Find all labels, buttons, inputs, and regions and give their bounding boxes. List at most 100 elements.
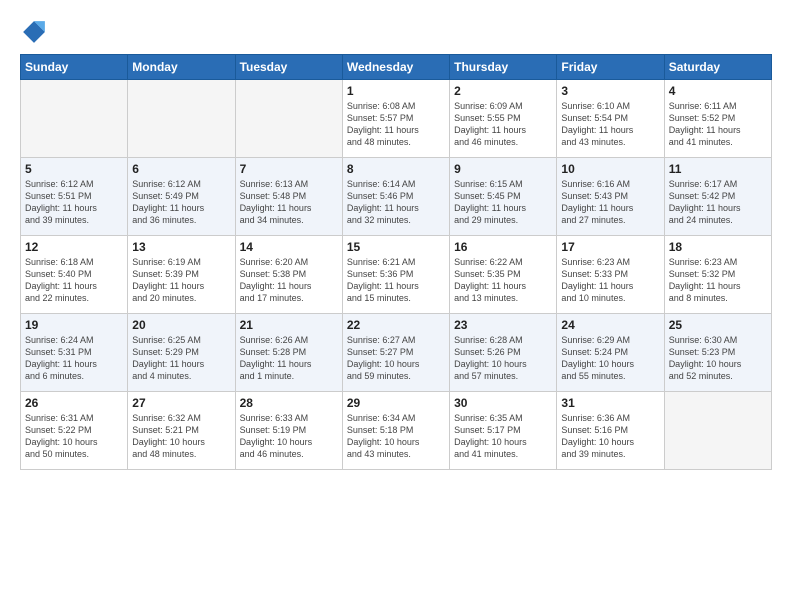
day-number: 3 <box>561 84 659 98</box>
weekday-header-row: SundayMondayTuesdayWednesdayThursdayFrid… <box>21 55 772 80</box>
calendar-cell: 30Sunrise: 6:35 AM Sunset: 5:17 PM Dayli… <box>450 392 557 470</box>
calendar-cell: 20Sunrise: 6:25 AM Sunset: 5:29 PM Dayli… <box>128 314 235 392</box>
calendar-cell: 14 Sunrise: 6:20 AM Sunset: 5:38 PM Dayli… <box>235 236 342 314</box>
day-number: 19 <box>25 318 123 332</box>
day-info: Sunrise: 6:25 AM Sunset: 5:29 PM Dayligh… <box>132 334 230 383</box>
calendar-cell: 23 Sunrise: 6:28 AM Sunset: 5:26 PM Dayli… <box>450 314 557 392</box>
day-info: Sunrise: 6:23 AM Sunset: 5:33 PM Dayligh… <box>561 256 659 305</box>
calendar-cell: 19 Sunrise: 6:24 AM Sunset: 5:31 PM Dayli… <box>21 314 128 392</box>
calendar-cell: 17Sunrise: 6:23 AM Sunset: 5:33 PM Dayli… <box>557 236 664 314</box>
calendar-cell: 3 Sunrise: 6:10 AM Sunset: 5:54 PM Daylig… <box>557 80 664 158</box>
calendar-cell: 10 Sunrise: 6:16 AM Sunset: 5:43 PM Dayli… <box>557 158 664 236</box>
calendar-table: SundayMondayTuesdayWednesdayThursdayFrid… <box>20 54 772 470</box>
calendar-cell: 25Sunrise: 6:30 AM Sunset: 5:23 PM Dayli… <box>664 314 771 392</box>
day-number: 6 <box>132 162 230 176</box>
logo <box>20 18 52 46</box>
day-info: Sunrise: 6:33 AM Sunset: 5:19 PM Dayligh… <box>240 412 338 461</box>
day-number: 2 <box>454 84 552 98</box>
calendar-week-row: 12 Sunrise: 6:18 AM Sunset: 5:40 PM Dayli… <box>21 236 772 314</box>
calendar-cell: 12 Sunrise: 6:18 AM Sunset: 5:40 PM Dayli… <box>21 236 128 314</box>
day-info: Sunrise: 6:18 AM Sunset: 5:40 PM Dayligh… <box>25 256 123 305</box>
day-number: 14 <box>240 240 338 254</box>
weekday-header-thursday: Thursday <box>450 55 557 80</box>
day-info: Sunrise: 6:20 AM Sunset: 5:38 PM Dayligh… <box>240 256 338 305</box>
weekday-header-friday: Friday <box>557 55 664 80</box>
day-number: 28 <box>240 396 338 410</box>
day-number: 1 <box>347 84 445 98</box>
day-info: Sunrise: 6:34 AM Sunset: 5:18 PM Dayligh… <box>347 412 445 461</box>
day-number: 23 <box>454 318 552 332</box>
weekday-header-monday: Monday <box>128 55 235 80</box>
day-info: Sunrise: 6:14 AM Sunset: 5:46 PM Dayligh… <box>347 178 445 227</box>
calendar-cell: 27Sunrise: 6:32 AM Sunset: 5:21 PM Dayli… <box>128 392 235 470</box>
calendar-cell: 18 Sunrise: 6:23 AM Sunset: 5:32 PM Dayli… <box>664 236 771 314</box>
calendar-cell: 29 Sunrise: 6:34 AM Sunset: 5:18 PM Dayli… <box>342 392 449 470</box>
weekday-header-wednesday: Wednesday <box>342 55 449 80</box>
calendar-cell: 24 Sunrise: 6:29 AM Sunset: 5:24 PM Dayli… <box>557 314 664 392</box>
day-number: 8 <box>347 162 445 176</box>
day-info: Sunrise: 6:36 AM Sunset: 5:16 PM Dayligh… <box>561 412 659 461</box>
logo-icon <box>20 18 48 46</box>
day-number: 30 <box>454 396 552 410</box>
header <box>20 18 772 46</box>
day-number: 18 <box>669 240 767 254</box>
day-info: Sunrise: 6:10 AM Sunset: 5:54 PM Dayligh… <box>561 100 659 149</box>
calendar-cell <box>235 80 342 158</box>
day-info: Sunrise: 6:08 AM Sunset: 5:57 PM Dayligh… <box>347 100 445 149</box>
day-number: 27 <box>132 396 230 410</box>
day-number: 22 <box>347 318 445 332</box>
calendar-cell <box>664 392 771 470</box>
calendar-cell: 21Sunrise: 6:26 AM Sunset: 5:28 PM Dayli… <box>235 314 342 392</box>
day-number: 10 <box>561 162 659 176</box>
weekday-header-sunday: Sunday <box>21 55 128 80</box>
day-info: Sunrise: 6:21 AM Sunset: 5:36 PM Dayligh… <box>347 256 445 305</box>
day-info: Sunrise: 6:12 AM Sunset: 5:51 PM Dayligh… <box>25 178 123 227</box>
day-info: Sunrise: 6:15 AM Sunset: 5:45 PM Dayligh… <box>454 178 552 227</box>
day-number: 26 <box>25 396 123 410</box>
calendar-cell: 13Sunrise: 6:19 AM Sunset: 5:39 PM Dayli… <box>128 236 235 314</box>
calendar-cell: 8 Sunrise: 6:14 AM Sunset: 5:46 PM Daylig… <box>342 158 449 236</box>
calendar-week-row: 5 Sunrise: 6:12 AM Sunset: 5:51 PM Daylig… <box>21 158 772 236</box>
weekday-header-tuesday: Tuesday <box>235 55 342 80</box>
day-info: Sunrise: 6:31 AM Sunset: 5:22 PM Dayligh… <box>25 412 123 461</box>
day-info: Sunrise: 6:29 AM Sunset: 5:24 PM Dayligh… <box>561 334 659 383</box>
day-info: Sunrise: 6:22 AM Sunset: 5:35 PM Dayligh… <box>454 256 552 305</box>
day-number: 25 <box>669 318 767 332</box>
calendar-cell: 22 Sunrise: 6:27 AM Sunset: 5:27 PM Dayli… <box>342 314 449 392</box>
day-info: Sunrise: 6:24 AM Sunset: 5:31 PM Dayligh… <box>25 334 123 383</box>
day-info: Sunrise: 6:27 AM Sunset: 5:27 PM Dayligh… <box>347 334 445 383</box>
day-info: Sunrise: 6:12 AM Sunset: 5:49 PM Dayligh… <box>132 178 230 227</box>
day-info: Sunrise: 6:13 AM Sunset: 5:48 PM Dayligh… <box>240 178 338 227</box>
day-number: 29 <box>347 396 445 410</box>
day-number: 11 <box>669 162 767 176</box>
day-info: Sunrise: 6:17 AM Sunset: 5:42 PM Dayligh… <box>669 178 767 227</box>
day-number: 13 <box>132 240 230 254</box>
day-number: 16 <box>454 240 552 254</box>
calendar-week-row: 19 Sunrise: 6:24 AM Sunset: 5:31 PM Dayli… <box>21 314 772 392</box>
calendar-cell: 1 Sunrise: 6:08 AM Sunset: 5:57 PM Daylig… <box>342 80 449 158</box>
day-number: 24 <box>561 318 659 332</box>
calendar-cell: 6 Sunrise: 6:12 AM Sunset: 5:49 PM Daylig… <box>128 158 235 236</box>
day-info: Sunrise: 6:16 AM Sunset: 5:43 PM Dayligh… <box>561 178 659 227</box>
day-info: Sunrise: 6:23 AM Sunset: 5:32 PM Dayligh… <box>669 256 767 305</box>
day-number: 12 <box>25 240 123 254</box>
day-number: 5 <box>25 162 123 176</box>
day-info: Sunrise: 6:09 AM Sunset: 5:55 PM Dayligh… <box>454 100 552 149</box>
calendar-cell <box>128 80 235 158</box>
day-number: 15 <box>347 240 445 254</box>
calendar-cell: 4 Sunrise: 6:11 AM Sunset: 5:52 PM Daylig… <box>664 80 771 158</box>
calendar-cell: 15 Sunrise: 6:21 AM Sunset: 5:36 PM Dayli… <box>342 236 449 314</box>
day-number: 9 <box>454 162 552 176</box>
calendar-cell: 11 Sunrise: 6:17 AM Sunset: 5:42 PM Dayli… <box>664 158 771 236</box>
calendar-cell <box>21 80 128 158</box>
calendar-cell: 9 Sunrise: 6:15 AM Sunset: 5:45 PM Daylig… <box>450 158 557 236</box>
weekday-header-saturday: Saturday <box>664 55 771 80</box>
day-number: 7 <box>240 162 338 176</box>
calendar-cell: 5 Sunrise: 6:12 AM Sunset: 5:51 PM Daylig… <box>21 158 128 236</box>
day-number: 4 <box>669 84 767 98</box>
calendar-week-row: 26 Sunrise: 6:31 AM Sunset: 5:22 PM Dayli… <box>21 392 772 470</box>
day-info: Sunrise: 6:28 AM Sunset: 5:26 PM Dayligh… <box>454 334 552 383</box>
day-info: Sunrise: 6:11 AM Sunset: 5:52 PM Dayligh… <box>669 100 767 149</box>
calendar-cell: 28 Sunrise: 6:33 AM Sunset: 5:19 PM Dayli… <box>235 392 342 470</box>
calendar-cell: 26 Sunrise: 6:31 AM Sunset: 5:22 PM Dayli… <box>21 392 128 470</box>
